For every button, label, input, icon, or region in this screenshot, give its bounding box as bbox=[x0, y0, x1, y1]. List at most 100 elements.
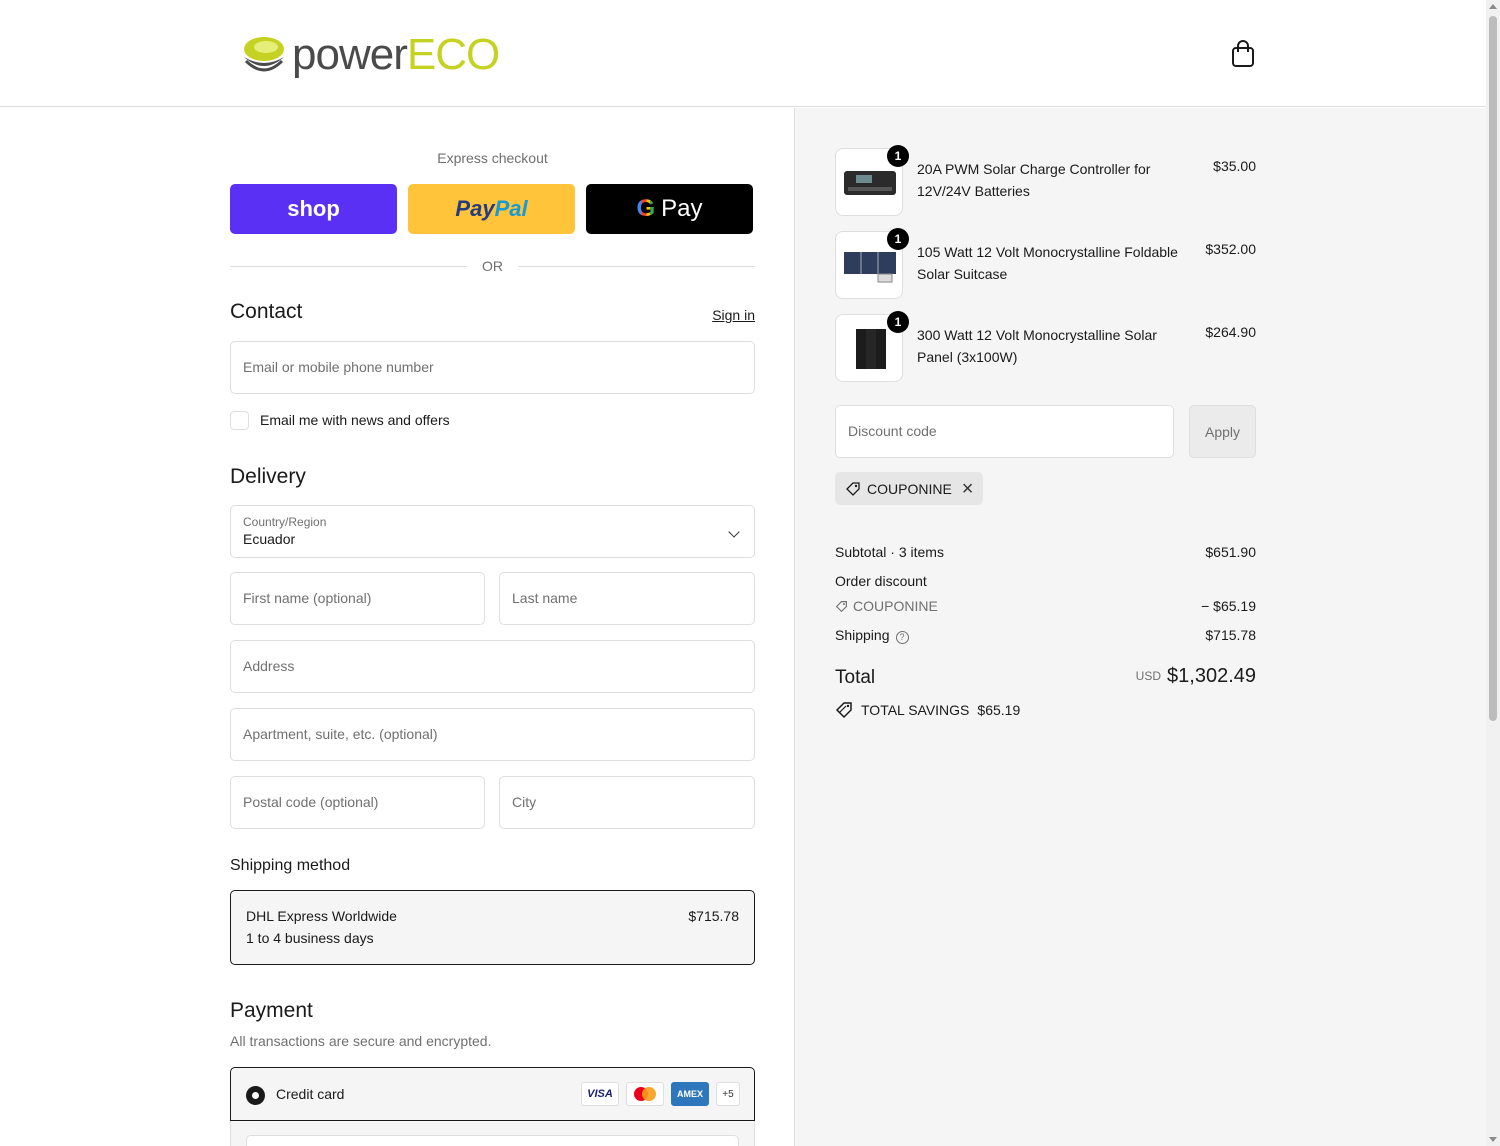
shipping-option-days: 1 to 4 business days bbox=[246, 930, 374, 946]
remove-discount-icon[interactable]: × bbox=[962, 479, 974, 499]
total-amount: USD $1,302.49 bbox=[1136, 665, 1256, 688]
more-cards-badge: +5 bbox=[716, 1082, 740, 1106]
gpay-label: Pay bbox=[661, 195, 703, 222]
paypal-button[interactable]: Pay Pal bbox=[408, 184, 575, 234]
scroll-down-arrow-icon[interactable] bbox=[1489, 1137, 1497, 1142]
logo-text-eco: ECO bbox=[406, 30, 500, 79]
quantity-badge: 1 bbox=[887, 228, 909, 250]
item-name: 300 Watt 12 Volt Monocrystalline Solar P… bbox=[917, 327, 1157, 365]
email-field[interactable]: Email or mobile phone number bbox=[230, 341, 755, 394]
credit-card-form bbox=[230, 1121, 755, 1146]
country-select[interactable]: Country/Region Ecuador bbox=[230, 505, 755, 558]
payment-title: Payment bbox=[230, 999, 313, 1022]
cart-item: 1 105 Watt 12 Volt Monocrystalline Folda… bbox=[835, 228, 1256, 299]
shipping-option-price: $715.78 bbox=[688, 908, 739, 924]
total-savings: TOTAL SAVINGS $65.19 bbox=[835, 701, 1020, 719]
quantity-badge: 1 bbox=[887, 145, 909, 167]
delivery-title: Delivery bbox=[230, 465, 306, 488]
discount-amount: − $65.19 bbox=[1201, 598, 1256, 614]
applied-discount-code: COUPONINE bbox=[867, 480, 952, 497]
savings-tag-icon bbox=[835, 702, 852, 719]
google-g-icon: G bbox=[636, 195, 656, 222]
last-name-field[interactable]: Last name bbox=[499, 572, 755, 625]
news-offers-label: Email me with news and offers bbox=[260, 412, 450, 428]
chevron-down-icon bbox=[728, 526, 740, 538]
scrollbar-thumb[interactable] bbox=[1489, 16, 1497, 721]
shipping-option-name: DHL Express Worldwide bbox=[246, 908, 397, 924]
applied-discount-chip: COUPONINE × bbox=[835, 472, 984, 505]
discount-code-field[interactable]: Discount code bbox=[835, 405, 1174, 458]
savings-value: $65.19 bbox=[977, 702, 1021, 718]
google-pay-button[interactable]: G Pay bbox=[586, 184, 753, 234]
address-field[interactable]: Address bbox=[230, 640, 755, 693]
order-discount-label: Order discount bbox=[835, 573, 927, 589]
or-divider: OR bbox=[230, 258, 755, 274]
postal-code-placeholder: Postal code (optional) bbox=[243, 794, 379, 810]
page-scrollbar[interactable] bbox=[1486, 0, 1500, 1146]
subtotal-row: Subtotal · 3 items $651.90 bbox=[835, 544, 1256, 560]
card-number-field[interactable] bbox=[246, 1135, 739, 1146]
news-offers-checkbox[interactable] bbox=[230, 410, 249, 430]
shipping-value: $715.78 bbox=[1205, 627, 1256, 643]
mastercard-icon bbox=[626, 1082, 664, 1106]
city-field[interactable]: City bbox=[499, 776, 755, 829]
item-price: $35.00 bbox=[1213, 158, 1256, 174]
apartment-field[interactable]: Apartment, suite, etc. (optional) bbox=[230, 708, 755, 761]
help-icon[interactable]: ? bbox=[895, 631, 909, 644]
item-price: $352.00 bbox=[1205, 241, 1256, 257]
subtotal-value: $651.90 bbox=[1205, 544, 1256, 560]
cart-item: 1 20A PWM Solar Charge Controller for 12… bbox=[835, 145, 1256, 216]
leaf-logo-icon bbox=[244, 37, 284, 72]
shipping-method-title: Shipping method bbox=[230, 857, 351, 874]
shipping-option-dhl[interactable]: DHL Express Worldwide 1 to 4 business da… bbox=[230, 890, 755, 965]
cart-item: 1 300 Watt 12 Volt Monocrystalline Solar… bbox=[835, 311, 1256, 382]
discount-code-placeholder: Discount code bbox=[848, 423, 937, 439]
subtotal-label: Subtotal · 3 items bbox=[835, 544, 944, 560]
address-placeholder: Address bbox=[243, 658, 295, 674]
item-price: $264.90 bbox=[1205, 324, 1256, 340]
apartment-placeholder: Apartment, suite, etc. (optional) bbox=[243, 726, 438, 742]
country-value: Ecuador bbox=[243, 531, 296, 547]
postal-code-field[interactable]: Postal code (optional) bbox=[230, 776, 485, 829]
shipping-row: Shipping? $715.78 bbox=[835, 627, 1256, 644]
paypal-label-pay: Pay bbox=[455, 196, 495, 221]
country-label: Country/Region bbox=[243, 515, 327, 529]
brand-logo[interactable]: powerECO bbox=[240, 30, 500, 80]
quantity-badge: 1 bbox=[887, 311, 909, 333]
site-header: powerECO bbox=[0, 0, 1486, 107]
savings-label: TOTAL SAVINGS bbox=[861, 702, 970, 718]
apply-discount-button[interactable]: Apply bbox=[1189, 405, 1256, 458]
city-placeholder: City bbox=[512, 794, 537, 810]
credit-card-radio[interactable] bbox=[246, 1086, 265, 1105]
currency-code: USD bbox=[1135, 669, 1162, 683]
shop-pay-button[interactable]: shop bbox=[230, 184, 397, 234]
item-name: 20A PWM Solar Charge Controller for 12V/… bbox=[917, 161, 1151, 199]
credit-card-option[interactable]: Credit card VISA AMEX +5 bbox=[230, 1067, 755, 1121]
amex-icon: AMEX bbox=[671, 1082, 709, 1106]
total-label: Total bbox=[835, 667, 876, 688]
total-value: $1,302.49 bbox=[1167, 665, 1256, 687]
credit-card-label: Credit card bbox=[276, 1086, 345, 1102]
payment-subtitle: All transactions are secure and encrypte… bbox=[230, 1033, 492, 1049]
product-thumbnail: 1 bbox=[835, 228, 909, 299]
product-thumbnail: 1 bbox=[835, 145, 909, 216]
contact-title: Contact bbox=[230, 300, 303, 323]
solar-suitcase-image bbox=[844, 252, 896, 283]
email-placeholder: Email or mobile phone number bbox=[243, 359, 434, 375]
logo-text-power: power bbox=[292, 30, 408, 79]
news-offers-checkbox-row[interactable]: Email me with news and offers bbox=[230, 410, 450, 430]
visa-icon: VISA bbox=[581, 1082, 619, 1106]
first-name-placeholder: First name (optional) bbox=[243, 590, 372, 606]
or-label: OR bbox=[482, 258, 503, 274]
scroll-up-arrow-icon[interactable] bbox=[1489, 4, 1497, 9]
discount-detail-row: COUPONINE − $65.19 bbox=[835, 598, 1256, 614]
charge-controller-image bbox=[844, 171, 896, 195]
sign-in-link[interactable]: Sign in bbox=[712, 307, 755, 323]
item-name: 105 Watt 12 Volt Monocrystalline Foldabl… bbox=[917, 244, 1178, 282]
tag-icon bbox=[835, 601, 847, 613]
shopping-bag-icon[interactable] bbox=[1230, 40, 1256, 68]
shipping-label: Shipping bbox=[835, 627, 890, 643]
product-thumbnail: 1 bbox=[835, 311, 909, 382]
tag-icon bbox=[846, 481, 860, 496]
first-name-field[interactable]: First name (optional) bbox=[230, 572, 485, 625]
